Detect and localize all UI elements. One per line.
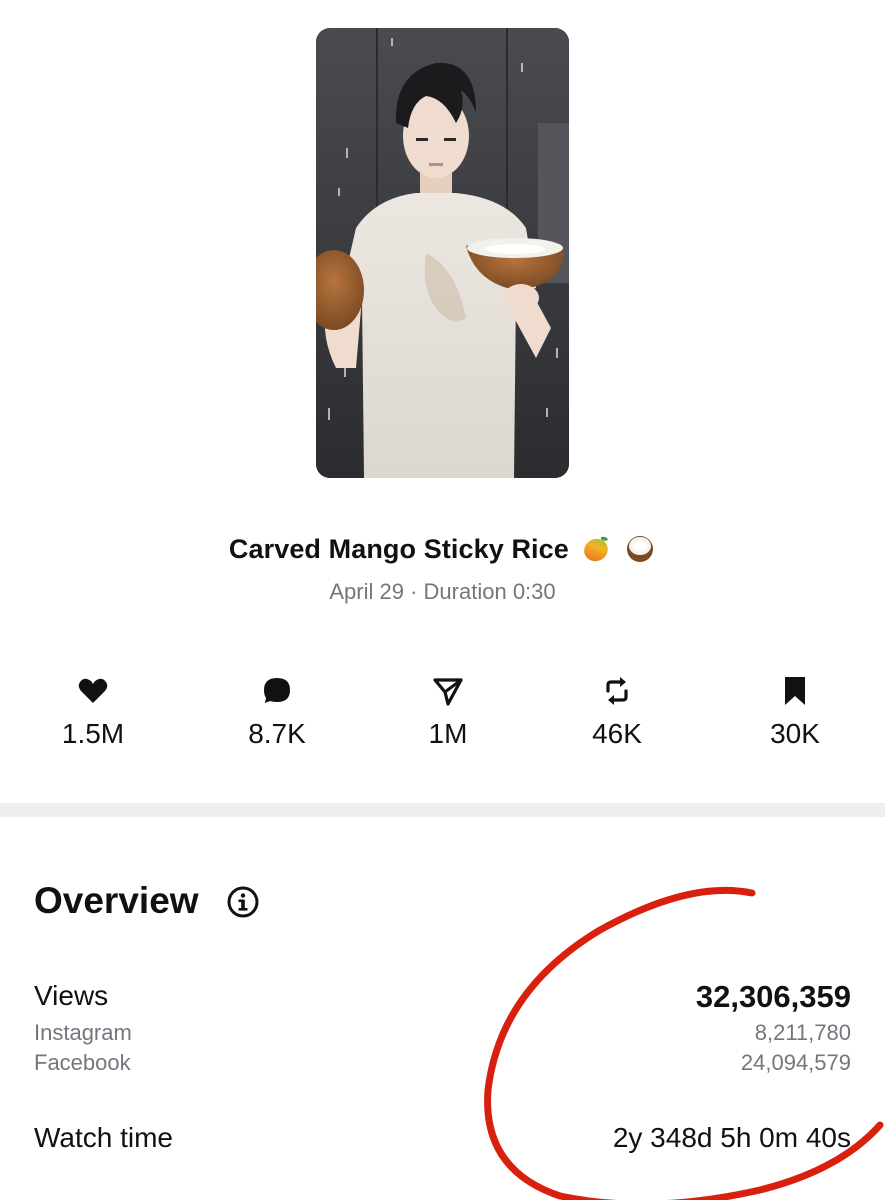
post-meta: April 29 · Duration 0:30 [0, 579, 885, 605]
facebook-views: 24,094,579 [740, 1050, 851, 1075]
comments-count: 8.7K [248, 718, 306, 749]
section-divider [0, 803, 885, 817]
watch-time-label: Watch time [34, 1122, 173, 1153]
meta-separator: · [410, 579, 418, 604]
post-title-row: Carved Mango Sticky Rice [0, 532, 885, 565]
reposts-count: 46K [592, 718, 642, 749]
stat-shares[interactable]: 1M [378, 674, 518, 750]
stat-saves[interactable]: 30K [725, 674, 865, 750]
comment-icon [264, 678, 290, 703]
duration-value: 0:30 [512, 579, 556, 604]
views-total: 32,306,359 [695, 979, 851, 1014]
bookmark-icon [785, 677, 805, 705]
overview-title: Overview [34, 880, 199, 921]
likes-count: 1.5M [61, 718, 125, 749]
stat-likes[interactable]: 1.5M [23, 674, 163, 750]
post-title: Carved Mango Sticky Rice [228, 534, 569, 564]
facebook-label: Facebook [34, 1050, 131, 1075]
mango-emoji-icon [583, 536, 608, 562]
views-label: Views [34, 980, 109, 1011]
watch-time-value: 2y 348d 5h 0m 40s [612, 1122, 851, 1153]
info-icon[interactable] [226, 885, 260, 919]
coconut-emoji-icon [627, 536, 654, 562]
share-icon [433, 678, 463, 706]
video-thumbnail[interactable] [316, 28, 569, 478]
thumbnail-image [316, 28, 569, 478]
post-date: April 29 [329, 579, 404, 604]
instagram-label: Instagram [34, 1020, 132, 1045]
repost-icon [606, 677, 628, 705]
stat-reposts[interactable]: 46K [547, 674, 687, 750]
shares-count: 1M [428, 718, 468, 749]
stat-comments[interactable]: 8.7K [207, 674, 347, 750]
saves-count: 30K [770, 718, 820, 749]
heart-icon [78, 678, 108, 703]
instagram-views: 8,211,780 [754, 1020, 851, 1045]
duration-label: Duration [423, 579, 507, 604]
